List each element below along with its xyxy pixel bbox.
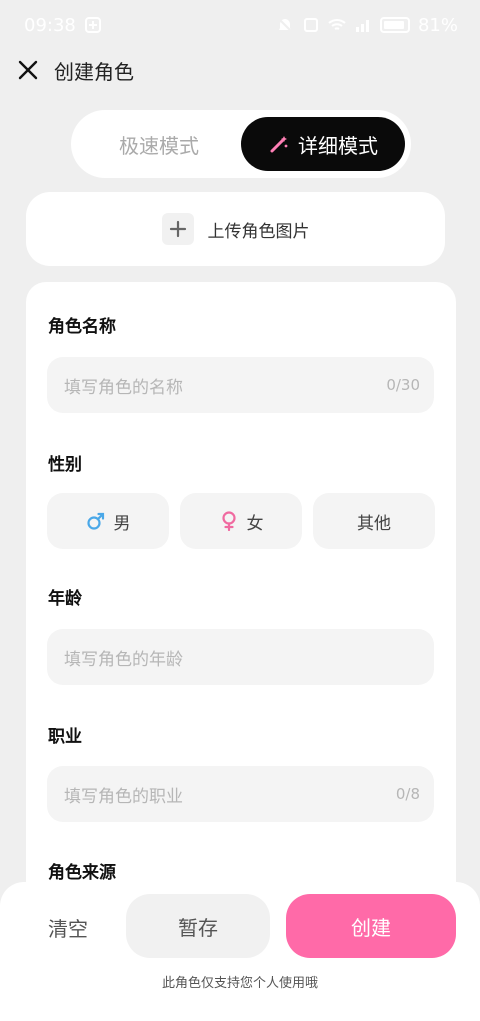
name-input[interactable]: 填写角色的名称 0/30 (47, 357, 434, 413)
tab-fast-mode[interactable]: 极速模式 (77, 117, 241, 171)
upload-label: 上传角色图片 (207, 221, 310, 242)
save-draft-label: 暂存 (178, 915, 218, 940)
tab-detailed-mode[interactable]: 详细模式 (241, 117, 405, 171)
plus-icon (161, 213, 194, 245)
male-icon (86, 512, 104, 530)
job-input[interactable]: 填写角色的职业 0/8 (47, 766, 434, 822)
age-label: 年龄 (48, 589, 82, 609)
source-label: 角色来源 (48, 863, 116, 883)
wifi-icon (328, 19, 346, 30)
name-placeholder: 填写角色的名称 (64, 377, 183, 398)
create-label: 创建 (351, 915, 391, 940)
status-time: 09:38 (24, 14, 76, 36)
mute-icon (277, 17, 293, 33)
female-icon (221, 511, 236, 531)
tab-fast-mode-label: 极速模式 (119, 133, 199, 158)
gender-male-label: 男 (113, 513, 131, 534)
signal-icon (355, 20, 369, 32)
status-bar: 09:38 81% (0, 0, 480, 50)
gender-female-label: 女 (246, 513, 264, 534)
header: 创建角色 (0, 48, 480, 92)
close-icon (18, 60, 38, 80)
gender-other-label: 其他 (357, 513, 391, 534)
tab-detailed-mode-label: 详细模式 (298, 133, 378, 158)
job-placeholder: 填写角色的职业 (64, 786, 183, 807)
close-button[interactable] (14, 56, 42, 84)
magic-wand-icon (270, 136, 288, 153)
usage-notice: 此角色仅支持您个人使用哦 (161, 976, 318, 991)
gender-male-button[interactable]: 男 (47, 493, 169, 549)
age-placeholder: 填写角色的年龄 (64, 649, 183, 670)
app-notification-icon (84, 17, 101, 33)
name-counter: 0/30 (386, 376, 420, 394)
gender-options: 男 女 其他 (47, 493, 435, 549)
job-label: 职业 (48, 727, 82, 747)
save-draft-button[interactable]: 暂存 (126, 894, 270, 958)
bottom-action-bar: 清空 暂存 创建 此角色仅支持您个人使用哦 (0, 882, 480, 1021)
create-button[interactable]: 创建 (286, 894, 456, 958)
gender-label: 性别 (48, 455, 82, 475)
battery-icon (379, 17, 410, 33)
name-label: 角色名称 (48, 317, 116, 337)
upload-image-button[interactable]: 上传角色图片 (26, 192, 445, 266)
job-counter: 0/8 (395, 785, 420, 803)
nfc-icon (303, 18, 318, 32)
clear-button[interactable]: 清空 (48, 913, 88, 942)
gender-other-button[interactable]: 其他 (313, 493, 435, 549)
gender-female-button[interactable]: 女 (180, 493, 302, 549)
page-title: 创建角色 (54, 59, 134, 84)
age-input[interactable]: 填写角色的年龄 (47, 629, 434, 685)
battery-level: 81% (417, 14, 458, 36)
mode-switch: 极速模式 详细模式 (71, 110, 411, 178)
